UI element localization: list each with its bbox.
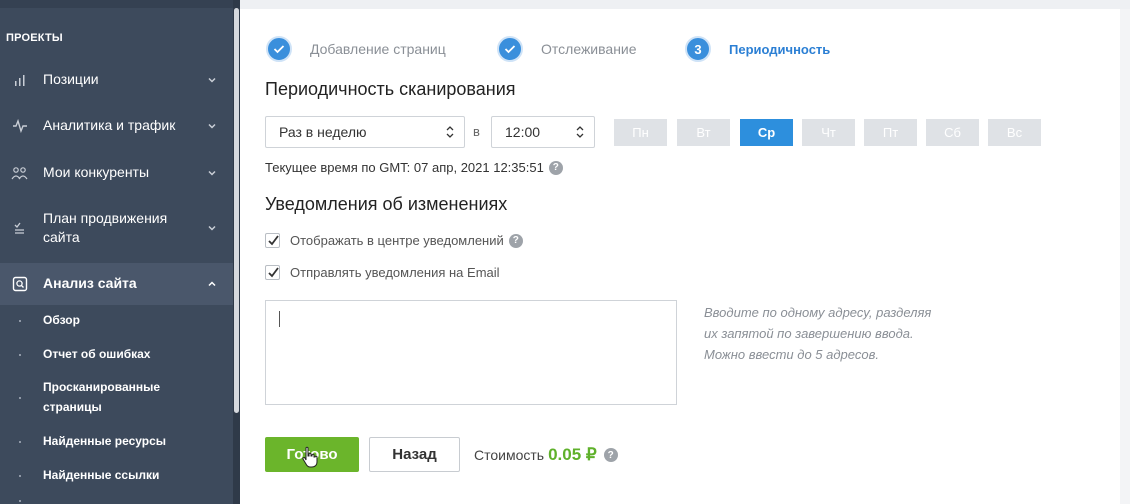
help-icon[interactable]: ? (603, 448, 618, 462)
cost-label: Стоимость (474, 447, 545, 463)
hand-cursor-icon (302, 446, 318, 468)
day-mon[interactable]: Пн (614, 119, 667, 146)
sidebar-subitem-overview[interactable]: Обзор (43, 310, 80, 330)
day-tue[interactable]: Вт (677, 119, 730, 146)
show-in-center-row: Отображать в центре уведомлений ? (265, 233, 523, 248)
bullet-icon (19, 500, 21, 502)
bullet-icon (19, 441, 21, 443)
email-hint-line2: их запятой по завершению ввода. (704, 326, 914, 341)
chevron-down-icon (208, 123, 216, 129)
sidebar-scrollbar[interactable] (233, 0, 240, 504)
people-icon (11, 164, 29, 182)
sidebar-item-label-line2: сайта (43, 229, 80, 245)
time-value: 12:00 (505, 124, 541, 140)
chevron-down-icon (208, 225, 216, 231)
sidebar-item-label: Анализ сайта (43, 275, 137, 291)
send-email-label: Отправлять уведомления на Email (290, 265, 500, 280)
bullet-icon (19, 354, 21, 356)
updown-arrows-icon (446, 126, 454, 138)
time-select[interactable]: 12:00 (491, 116, 595, 148)
chevron-down-icon (208, 170, 216, 176)
updown-arrows-icon (576, 126, 584, 138)
frequency-select[interactable]: Раз в неделю (265, 116, 465, 148)
notifications-heading: Уведомления об изменениях (265, 194, 508, 214)
step-label: Отслеживание (541, 41, 637, 57)
day-fri[interactable]: Пт (864, 119, 917, 146)
schedule-heading: Периодичность сканирования (265, 79, 516, 99)
step-periodicity[interactable]: 3 Периодичность (685, 35, 830, 63)
bullet-icon (19, 320, 21, 322)
sidebar-item-label: Аналитика и трафик (43, 117, 176, 133)
sidebar-item-competitors[interactable]: Мои конкуренты (0, 161, 233, 185)
sidebar-subitem-errors[interactable]: Отчет об ошибках (43, 344, 150, 364)
site-analysis-icon (11, 275, 29, 293)
email-hint-line3: Можно ввести до 5 адресов. (704, 347, 879, 362)
sidebar-subitem-scanned-pages[interactable]: Просканированные страницы (43, 377, 160, 417)
step-label: Добавление страниц (310, 41, 446, 57)
sidebar-section-title: ПРОЕКТЫ (6, 32, 63, 44)
sidebar-item-label: Позиции (43, 71, 99, 87)
at-label: в (473, 124, 480, 139)
sidebar-scrollbar-thumb[interactable] (234, 8, 239, 413)
sidebar-subitem-links[interactable]: Найденные ссылки (43, 465, 159, 485)
bullet-icon (19, 397, 21, 399)
current-time-note: Текущее время по GMT: 07 апр, 2021 12:35… (265, 160, 563, 175)
cost: Стоимость 0.05 ₽ ? (474, 445, 618, 465)
sidebar-item-promotion-plan[interactable]: План продвижения сайта (0, 208, 233, 248)
text-caret (279, 311, 280, 327)
sidebar-subitem-label-line2: страницы (43, 400, 102, 414)
day-sun[interactable]: Вс (988, 119, 1041, 146)
cost-value: 0.05 ₽ (548, 445, 597, 464)
show-in-center-label: Отображать в центре уведомлений (290, 233, 504, 248)
email-hint: Вводите по одному адресу, разделяя их за… (704, 302, 964, 365)
sidebar-item-label: Мои конкуренты (43, 164, 150, 180)
email-textarea[interactable] (265, 300, 677, 405)
help-icon[interactable]: ? (548, 160, 563, 175)
step-add-pages[interactable]: Добавление страниц (266, 35, 446, 63)
sidebar-item-positions[interactable]: Позиции (0, 68, 233, 92)
checklist-icon (11, 219, 29, 237)
send-email-checkbox[interactable] (265, 265, 280, 280)
sidebar-subitem-resources[interactable]: Найденные ресурсы (43, 431, 166, 451)
send-email-row: Отправлять уведомления на Email (265, 265, 500, 280)
checkmark-icon (268, 267, 279, 278)
day-wed[interactable]: Ср (740, 119, 793, 146)
sidebar: ПРОЕКТЫ Позиции Аналитика и трафик Мои к… (0, 0, 240, 504)
show-in-center-checkbox[interactable] (265, 233, 280, 248)
sidebar-item-analytics[interactable]: Аналитика и трафик (0, 114, 233, 138)
checkmark-icon (268, 235, 279, 246)
help-icon[interactable]: ? (508, 233, 523, 248)
step-number: 3 (685, 36, 711, 62)
sidebar-item-label-line1: План продвижения (43, 210, 168, 226)
sidebar-subitem-label-line1: Просканированные (43, 380, 161, 394)
bar-chart-icon (11, 71, 29, 89)
chevron-down-icon (208, 77, 216, 83)
sidebar-item-site-analysis[interactable]: Анализ сайта (0, 263, 233, 305)
step-label: Периодичность (729, 41, 831, 57)
email-hint-line1: Вводите по одному адресу, разделяя (704, 305, 932, 320)
chevron-up-icon (208, 281, 216, 287)
back-button[interactable]: Назад (369, 437, 460, 472)
sidebar-top-strip (0, 0, 233, 8)
bullet-icon (19, 475, 21, 477)
step-tracking[interactable]: Отслеживание (497, 35, 637, 63)
sidebar-item-label: План продвижения сайта (43, 209, 167, 247)
day-sat[interactable]: Сб (926, 119, 979, 146)
day-thu[interactable]: Чт (802, 119, 855, 146)
top-band (240, 0, 1130, 9)
check-icon (497, 36, 523, 62)
current-time-text: Текущее время по GMT: 07 апр, 2021 12:35… (265, 160, 544, 175)
pulse-icon (11, 117, 29, 135)
frequency-value: Раз в неделю (279, 124, 367, 140)
check-icon (266, 36, 292, 62)
right-edge (1120, 9, 1130, 504)
